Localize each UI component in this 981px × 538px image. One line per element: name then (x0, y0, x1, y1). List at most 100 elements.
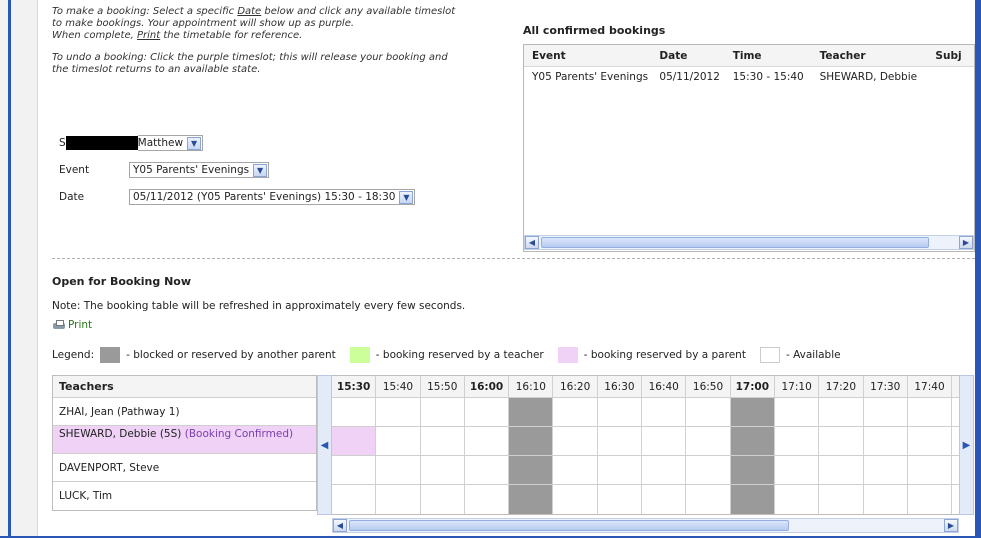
timeslot-cell[interactable] (421, 398, 465, 426)
timeslot-cell (730, 398, 775, 426)
chevron-down-icon[interactable]: ▼ (187, 136, 202, 150)
timeslot-cell[interactable] (819, 427, 864, 455)
print-button[interactable]: Print (52, 319, 92, 331)
timeslot-cell[interactable] (864, 398, 908, 426)
timeslot-cell[interactable] (598, 485, 643, 514)
confirmed-bookings-header: Event Date Time Teacher Subj (524, 45, 974, 67)
timeslot-cell[interactable] (775, 485, 820, 514)
scroll-track[interactable] (347, 519, 944, 532)
event-label: Event (59, 164, 90, 176)
scroll-left-icon[interactable]: ◀ (525, 236, 539, 249)
cell-date: 05/11/2012 (659, 71, 720, 83)
col-date: Date (659, 49, 688, 62)
timeslot-cell[interactable] (332, 456, 377, 484)
legend-teacher: - booking reserved by a teacher (375, 349, 544, 361)
scroll-thumb[interactable] (541, 237, 929, 248)
timeslot-cell[interactable] (775, 398, 820, 426)
teacher-name: ZHAI, Jean (Pathway 1) (59, 405, 180, 418)
chevron-down-icon[interactable]: ▼ (399, 190, 414, 204)
scroll-times-left-button[interactable]: ◀ (317, 375, 332, 515)
timeslot-cell[interactable] (465, 398, 510, 426)
timeslot-cell[interactable] (421, 427, 465, 455)
time-header-2: 15:50 (421, 376, 465, 397)
date-link[interactable]: Date (237, 6, 261, 17)
chevron-down-icon[interactable]: ▼ (253, 163, 268, 177)
timeslot-cell[interactable] (376, 485, 421, 514)
timeslot-cell[interactable] (686, 398, 731, 426)
timeslot-cell[interactable] (864, 427, 908, 455)
scroll-thumb[interactable] (349, 520, 789, 531)
printer-icon (52, 319, 66, 331)
date-row: Date 05/11/2012 (Y05 Parents' Evenings) … (59, 187, 416, 207)
event-select[interactable]: Y05 Parents' Evenings ▼ (129, 162, 270, 178)
timeslot-cell[interactable] (908, 485, 953, 514)
timeslot-cell[interactable] (686, 427, 731, 455)
timeslot-cell[interactable] (686, 456, 731, 484)
print-link[interactable]: Print (137, 30, 160, 41)
timeslot-cell[interactable] (775, 456, 820, 484)
scroll-track[interactable] (539, 236, 959, 249)
timeslot-cell[interactable] (465, 485, 510, 514)
legend: Legend: - blocked or reserved by another… (52, 347, 841, 363)
teacher-name-with-status: SHEWARD, Debbie (5S) (Booking Confirmed) (59, 428, 293, 440)
time-header-10: 17:10 (775, 376, 820, 397)
time-header-11: 17:20 (819, 376, 864, 397)
scroll-right-icon[interactable]: ▶ (959, 236, 973, 249)
timeslot-cell[interactable] (908, 456, 953, 484)
timeslot-cell[interactable] (819, 456, 864, 484)
instruction-text: When complete, (52, 30, 137, 41)
timeslot-cell[interactable] (553, 427, 598, 455)
timeslot-cell[interactable] (598, 398, 643, 426)
timeslot-cell[interactable] (819, 485, 864, 514)
timeslot-cell[interactable] (598, 456, 643, 484)
timeslot-cell[interactable] (421, 456, 465, 484)
date-select[interactable]: 05/11/2012 (Y05 Parents' Evenings) 15:30… (129, 189, 416, 205)
timeslot-cell[interactable] (376, 427, 421, 455)
timeslot-cell[interactable] (864, 456, 908, 484)
timeslot-cell[interactable] (465, 427, 510, 455)
booking-confirmed-status: (Booking Confirmed) (184, 428, 294, 440)
timeslot-cell[interactable] (642, 398, 687, 426)
timeslot-cell[interactable] (642, 456, 687, 484)
time-header-8: 16:50 (686, 376, 731, 397)
timeslot-cell[interactable] (908, 398, 953, 426)
timeslot-cell[interactable] (642, 427, 687, 455)
timeslot-cell[interactable] (332, 427, 377, 455)
cell-event: Y05 Parents' Evenings (532, 71, 649, 83)
timeslot-cell (730, 456, 775, 484)
time-header-5: 16:20 (553, 376, 598, 397)
timeslot-cell[interactable] (465, 456, 510, 484)
student-select[interactable]: Matthew ▼ (137, 135, 204, 151)
timeslot-cell[interactable] (775, 427, 820, 455)
timeslot-cell[interactable] (332, 485, 377, 514)
timeslot-cell[interactable] (553, 398, 598, 426)
timeslot-cell[interactable] (376, 398, 421, 426)
teacher-row: LUCK, Tim (53, 482, 316, 510)
timeslot-cell[interactable] (686, 485, 731, 514)
time-header-9: 17:00 (731, 376, 775, 397)
timeslot-cell[interactable] (908, 427, 953, 455)
undo-instruction: To undo a booking: Click the purple time… (52, 52, 448, 75)
timeslot-cell[interactable] (553, 456, 598, 484)
timeslot-cell[interactable] (819, 398, 864, 426)
legend-parent: - booking reserved by a parent (583, 349, 746, 361)
legend-swatch-teacher (349, 347, 370, 363)
cell-time: 15:30 - 15:40 (732, 71, 804, 83)
timeslot-cell[interactable] (376, 456, 421, 484)
col-subject: Subj (935, 49, 962, 62)
scroll-left-icon[interactable]: ◀ (333, 519, 347, 532)
timeslot-cell[interactable] (332, 398, 377, 426)
confirmed-bookings-title: All confirmed bookings (523, 24, 666, 37)
confirmed-scrollbar[interactable]: ◀ ▶ (524, 235, 974, 250)
timeslot-cell[interactable] (864, 485, 908, 514)
student-label: S (59, 137, 66, 149)
timeslot-cell[interactable] (553, 485, 598, 514)
timeslot-cell[interactable] (642, 485, 687, 514)
timeslot-cell[interactable] (421, 485, 465, 514)
booking-instructions: To make a booking: Select a specific Dat… (52, 6, 462, 76)
scroll-times-right-button[interactable]: ▶ (959, 375, 974, 515)
timeslot-scrollbar[interactable]: ◀ ▶ (332, 518, 959, 533)
scroll-right-icon[interactable]: ▶ (944, 519, 958, 532)
timeslot-cell[interactable] (598, 427, 643, 455)
